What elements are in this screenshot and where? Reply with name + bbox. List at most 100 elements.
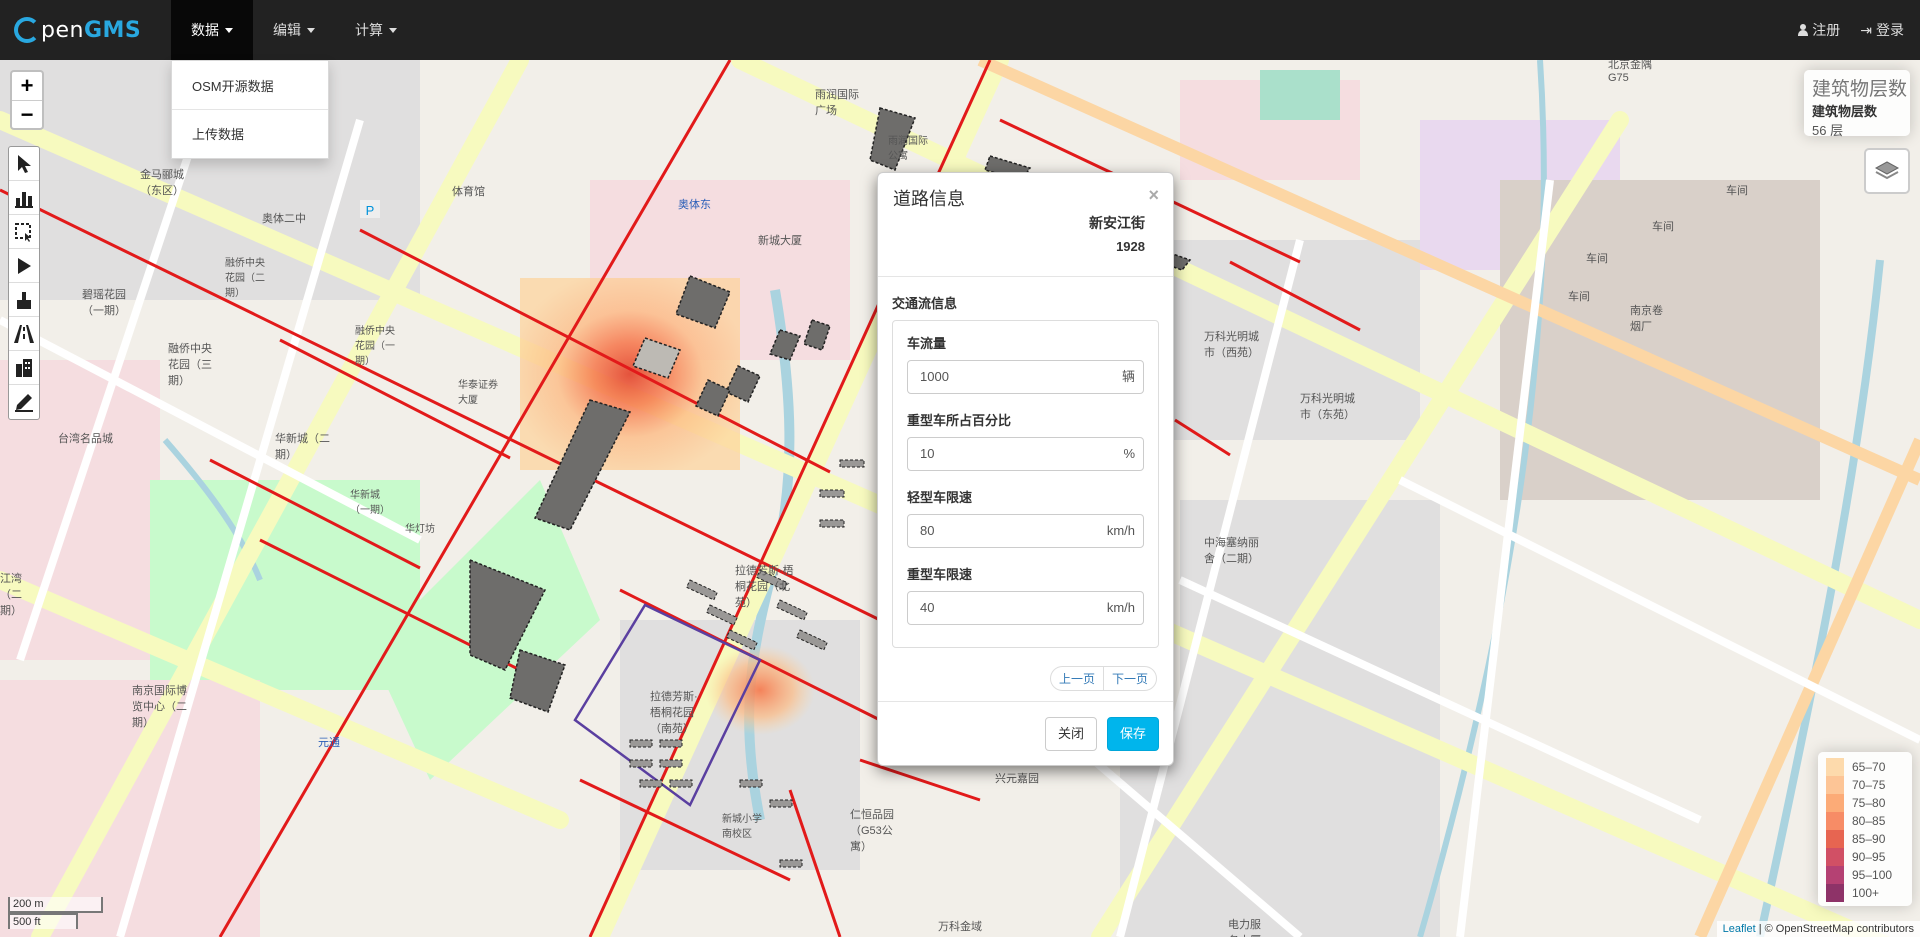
- bar-chart-icon: [15, 191, 33, 208]
- legend-row: 70–75: [1826, 776, 1904, 794]
- map-label: 碧瑶花园（一期）: [82, 289, 126, 317]
- pointer-tool-button[interactable]: [9, 147, 39, 181]
- heavy-speed-input[interactable]: 40 km/h: [907, 591, 1144, 625]
- map-label: 融侨中央花园（一期）: [355, 326, 395, 367]
- legend-swatch: [1826, 812, 1844, 830]
- map-label: 新城小学南校区: [722, 814, 762, 840]
- login-link[interactable]: ⇥ 登录: [1860, 20, 1904, 40]
- layer-switcher-button[interactable]: [1864, 148, 1910, 194]
- nav-compute-menu[interactable]: 计算: [335, 0, 417, 60]
- scale-bar: 200 m 500 ft: [8, 897, 103, 929]
- map-label: 车间: [1586, 253, 1608, 265]
- map-attribution: Leaflet | © OpenStreetMap contributors: [1716, 921, 1920, 937]
- legend-label: 80–85: [1852, 814, 1886, 828]
- nav-compute-label: 计算: [355, 22, 383, 38]
- building-tool-button[interactable]: [9, 351, 39, 385]
- login-icon: ⇥: [1860, 21, 1872, 38]
- caret-down-icon: [225, 27, 233, 33]
- dropdown-divider: [172, 109, 328, 110]
- legend-swatch: [1826, 830, 1844, 848]
- legend-label: 75–80: [1852, 796, 1886, 810]
- zoom-control: + −: [10, 70, 44, 130]
- brush-tool-button[interactable]: [9, 283, 39, 317]
- play-tool-button[interactable]: [9, 249, 39, 283]
- heavy-percent-label: 重型车所占百分比: [907, 413, 1012, 428]
- map-label: 万科光明城市（东苑）: [1300, 393, 1355, 421]
- map-label: 万科金域: [938, 921, 982, 933]
- traffic-volume-value[interactable]: 1000: [908, 361, 1114, 393]
- traffic-volume-input[interactable]: 1000 辆: [907, 360, 1144, 394]
- legend-row: 95–100: [1826, 866, 1904, 884]
- save-button[interactable]: 保存: [1106, 717, 1159, 751]
- prev-page-button[interactable]: 上一页: [1051, 667, 1103, 690]
- map-label: 拉德芳斯·梧桐花园（南苑）: [650, 691, 698, 735]
- zoom-out-button[interactable]: −: [12, 100, 42, 128]
- heavy-speed-value[interactable]: 40: [908, 592, 1099, 624]
- nav-edit-menu[interactable]: 编辑: [253, 0, 335, 60]
- legend-row: 75–80: [1826, 794, 1904, 812]
- map-label: 台湾名品城: [58, 433, 113, 445]
- play-icon: [18, 257, 31, 274]
- close-icon[interactable]: ×: [1148, 185, 1159, 206]
- heavy-percent-input[interactable]: 10 %: [907, 437, 1144, 471]
- map-label: 华新城（二期）: [275, 433, 330, 461]
- legend-swatch: [1826, 848, 1844, 866]
- register-link[interactable]: 注册: [1798, 20, 1840, 40]
- map-label: 车间: [1652, 221, 1674, 233]
- zoom-in-button[interactable]: +: [12, 72, 42, 100]
- modal-header: 道路信息 × 新安江街 1928: [878, 173, 1173, 277]
- info-panel-value: 56 层: [1812, 123, 1844, 138]
- nav-menu: 数据 编辑 计算: [171, 0, 417, 60]
- dropdown-item-osm[interactable]: OSM开源数据: [172, 66, 328, 105]
- pointer-icon: [18, 154, 31, 173]
- legend-row: 85–90: [1826, 830, 1904, 848]
- pencil-tool-button[interactable]: [9, 385, 39, 419]
- road-info-modal: 道路信息 × 新安江街 1928 交通流信息 车流量 1000 辆 重型车所占百…: [877, 172, 1174, 766]
- login-label: 登录: [1876, 22, 1904, 38]
- legend-label: 85–90: [1852, 832, 1886, 846]
- left-toolbar: [8, 146, 40, 420]
- brand-name-pen: pen: [41, 17, 84, 43]
- light-speed-value[interactable]: 80: [908, 515, 1099, 547]
- osm-attribution: | © OpenStreetMap contributors: [1758, 923, 1914, 935]
- road-id: 1928: [1116, 239, 1145, 254]
- map-label: 车间: [1726, 185, 1748, 197]
- legend-row: 65–70: [1826, 758, 1904, 776]
- map-label: 奥体二中: [262, 213, 306, 225]
- map-label: 雨润国际公寓: [888, 136, 928, 162]
- nav-edit-label: 编辑: [273, 22, 301, 38]
- traffic-section-title: 交通流信息: [892, 296, 958, 311]
- map-label: 体育馆: [452, 186, 485, 198]
- dropdown-item-upload[interactable]: 上传数据: [172, 114, 328, 153]
- map-label: 华泰证券大厦: [458, 380, 498, 406]
- select-box-tool-button[interactable]: [9, 215, 39, 249]
- close-button[interactable]: 关闭: [1044, 717, 1097, 751]
- data-dropdown-menu: OSM开源数据 上传数据: [171, 60, 329, 159]
- opengms-logo[interactable]: penGMS: [14, 14, 141, 46]
- pager: 上一页 下一页: [1049, 666, 1157, 691]
- light-speed-label: 轻型车限速: [907, 490, 973, 505]
- road-tool-button[interactable]: [9, 317, 39, 351]
- map-label: 华灯坊: [405, 524, 435, 535]
- heavy-speed-label: 重型车限速: [907, 567, 973, 582]
- legend-label: 95–100: [1852, 868, 1893, 882]
- next-page-button[interactable]: 下一页: [1102, 667, 1156, 690]
- map-label: 电力服务大厦: [1228, 919, 1261, 937]
- building-icon: [16, 358, 32, 377]
- nav-right: 注册 ⇥ 登录: [1798, 0, 1904, 60]
- modal-body: 交通流信息 车流量 1000 辆 重型车所占百分比 10 % 轻型车限速 80 …: [878, 277, 1173, 648]
- legend-row: 90–95: [1826, 848, 1904, 866]
- nav-data-menu[interactable]: 数据: [171, 0, 253, 60]
- heavy-percent-value[interactable]: 10: [908, 438, 1115, 470]
- traffic-volume-label: 车流量: [907, 336, 947, 351]
- chart-tool-button[interactable]: [9, 181, 39, 215]
- leaflet-link[interactable]: Leaflet: [1723, 923, 1756, 935]
- light-speed-input[interactable]: 80 km/h: [907, 514, 1144, 548]
- caret-down-icon: [389, 27, 397, 33]
- map-label: 仁恒品园（G53公寓）: [850, 809, 894, 853]
- map-label: 金马郦城（东区）: [140, 169, 184, 197]
- legend-swatch: [1826, 776, 1844, 794]
- register-label: 注册: [1812, 22, 1841, 38]
- map-label: 南京卷烟厂: [1630, 305, 1663, 333]
- select-box-icon: [15, 222, 31, 242]
